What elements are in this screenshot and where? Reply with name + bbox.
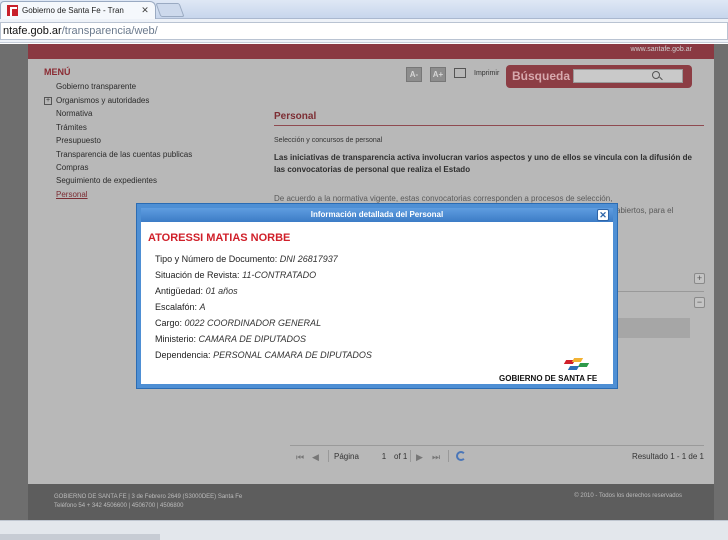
logo-text: GOBIERNO DE SANTA FE (499, 374, 598, 383)
pagination-bar: ⏮ ◀ Página of 1 ▶ ⏭ Resultado 1 - 1 de 1 (290, 445, 704, 465)
section-subtitle: Selección y concursos de personal (274, 137, 383, 144)
footer-address: GOBIERNO DE SANTA FE | 3 de Febrero 2649… (54, 494, 243, 500)
print-icon[interactable] (454, 68, 466, 78)
print-link[interactable]: Imprimir (474, 70, 499, 77)
download-bar-tab (0, 534, 160, 540)
tab-title: Gobierno de Santa Fe - Tran (22, 6, 124, 15)
section-divider (274, 125, 704, 126)
search-panel: Búsqueda (506, 65, 692, 88)
result-count: Resultado 1 - 1 de 1 (631, 452, 704, 461)
personnel-detail-dialog: Información detallada del Personal ✕ ATO… (137, 204, 617, 388)
address-bar[interactable]: ntafe.gob.ar/transparencia/web/ (0, 22, 728, 40)
font-increase-button[interactable]: A+ (430, 67, 446, 82)
footer-phone: Teléfono 54 + 342 4506600 | 4506700 | 45… (54, 503, 184, 509)
browser-tab-bar: Gobierno de Santa Fe - Tran ✕ (0, 0, 728, 19)
logo-mark-icon (563, 358, 593, 372)
pager-separator (410, 450, 411, 462)
section-title: Personal (274, 111, 317, 122)
pager-separator (448, 450, 449, 462)
menu-item-personal[interactable]: Personal (56, 190, 88, 199)
footer-copyright: © 2010 - Todos los derechos reservados (574, 493, 682, 499)
list-divider (618, 291, 704, 292)
menu-item-cuentas-publicas[interactable]: Transparencia de las cuentas publicas (56, 150, 192, 159)
menu-title: MENÚ (44, 67, 71, 77)
pager-separator (328, 450, 329, 462)
refresh-icon[interactable] (456, 451, 466, 461)
search-input[interactable] (573, 69, 683, 83)
tab-close-icon[interactable]: ✕ (139, 5, 151, 16)
menu-item-normativa[interactable]: Normativa (56, 109, 92, 118)
field-dependencia: Dependencia: PERSONAL CAMARA DE DIPUTADO… (155, 350, 372, 360)
prev-page-icon[interactable]: ◀ (312, 452, 319, 463)
menu-item-compras[interactable]: Compras (56, 163, 88, 172)
field-situacion: Situación de Revista: 11-CONTRATADO (155, 270, 317, 280)
page-label: Página (334, 452, 359, 461)
menu-item-expedientes[interactable]: Seguimiento de expedientes (56, 176, 157, 185)
site-link[interactable]: www.santafe.gob.ar (631, 46, 692, 53)
field-antiguedad: Antigüedad: 01 años (155, 286, 238, 296)
collapse-minus-icon[interactable]: − (694, 297, 705, 308)
page-total: of 1 (394, 452, 408, 461)
site-favicon-icon (7, 5, 18, 16)
dialog-title: Información detallada del Personal (310, 210, 444, 219)
intro-paragraph: Las iniciativas de transparencia activa … (274, 153, 692, 174)
font-decrease-button[interactable]: A- (406, 67, 422, 82)
field-ministerio: Ministerio: CAMARA DE DIPUTADOS (155, 334, 307, 344)
site-footer: GOBIERNO DE SANTA FE | 3 de Febrero 2649… (28, 484, 714, 520)
list-header-band (614, 318, 690, 338)
menu-expand-icon[interactable]: + (44, 97, 52, 105)
first-page-icon[interactable]: ⏮ (296, 452, 304, 463)
page-number-input[interactable] (374, 450, 394, 462)
menu-item-organismos[interactable]: Organismos y autoridades (56, 96, 149, 105)
site-header-band: www.santafe.gob.ar (28, 44, 714, 59)
dialog-header: Información detallada del Personal ✕ (141, 208, 613, 222)
expand-plus-icon[interactable]: + (694, 273, 705, 284)
search-icon[interactable] (652, 71, 660, 79)
new-tab-button[interactable] (155, 3, 185, 17)
field-documento: Tipo y Número de Documento: DNI 26817937 (155, 254, 338, 264)
normativa-paragraph-line2: abiertos, para el (616, 206, 674, 215)
menu-item-gobierno-transparente[interactable]: Gobierno transparente (56, 82, 136, 91)
browser-tab[interactable]: Gobierno de Santa Fe - Tran ✕ (0, 1, 156, 19)
menu-item-presupuesto[interactable]: Presupuesto (56, 136, 101, 145)
gobierno-santa-fe-logo: GOBIERNO DE SANTA FE (499, 358, 599, 386)
url-path: /transparencia/web/ (61, 25, 158, 37)
search-label: Búsqueda (512, 69, 571, 83)
person-name: ATORESSI MATIAS NORBE (148, 232, 291, 244)
address-bar-area: ntafe.gob.ar/transparencia/web/ (0, 19, 728, 43)
url-host: ntafe.gob.ar (3, 25, 62, 37)
last-page-icon[interactable]: ⏭ (432, 452, 440, 463)
field-escalafon: Escalafón: A (155, 302, 206, 312)
menu-item-tramites[interactable]: Trámites (56, 123, 87, 132)
next-page-icon[interactable]: ▶ (416, 452, 423, 463)
field-cargo: Cargo: 0022 COORDINADOR GENERAL (155, 318, 322, 328)
close-icon[interactable]: ✕ (597, 209, 609, 221)
